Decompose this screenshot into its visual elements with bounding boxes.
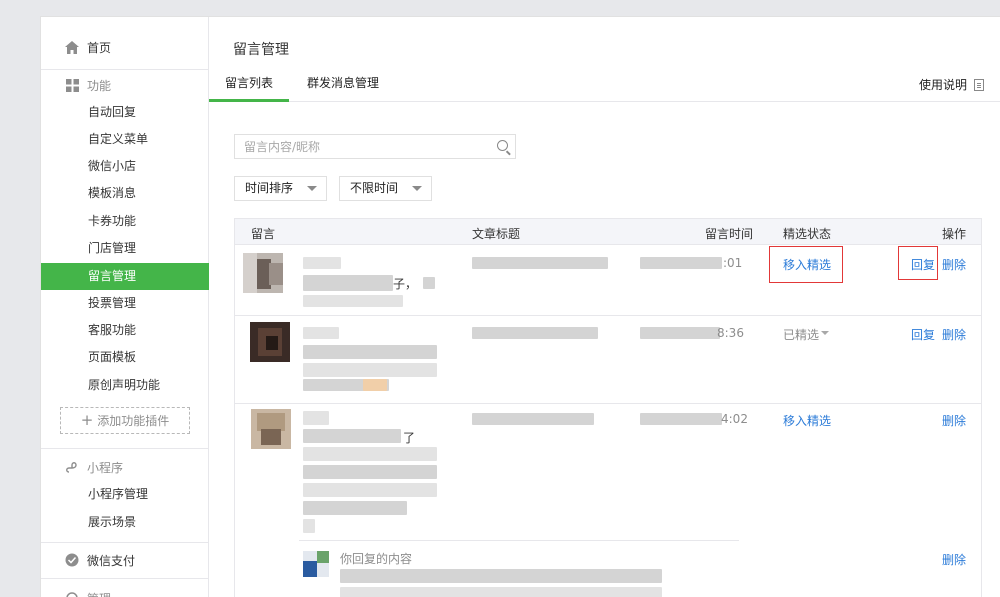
search-input[interactable] [235,135,485,158]
chevron-down-icon [307,186,317,191]
sidebar-group-features: 功能 [41,72,209,98]
tab-message-list[interactable]: 留言列表 [209,71,289,102]
message-time: 8:36 [717,326,744,340]
avatar [243,253,283,293]
delete-button[interactable]: 删除 [942,326,966,343]
sidebar-pay-label: 微信支付 [87,553,136,568]
sidebar-item-page-template[interactable]: 页面模板 [41,344,209,371]
home-icon [65,40,79,54]
col-message: 留言 [251,227,276,241]
sidebar-features-label: 功能 [87,78,112,93]
highlight-box [769,246,843,283]
col-article-title: 文章标题 [472,227,521,241]
sidebar-manage-label: 管理 [87,590,111,597]
sidebar-item-auto-reply[interactable]: 自动回复 [41,99,209,126]
table-header: 留言 文章标题 留言时间 精选状态 操作 [235,219,981,245]
sidebar-divider [41,448,209,449]
add-plugin-label: 添加功能插件 [97,414,170,428]
help-link[interactable]: 使用说明 [919,76,984,93]
sidebar-item-custom-menu[interactable]: 自定义菜单 [41,126,209,153]
message-time: :01 [723,256,743,270]
tab-bar: 留言列表 群发消息管理 使用说明 [209,71,1000,102]
search-icon[interactable] [497,140,508,151]
delete-button[interactable]: 删除 [942,256,966,273]
feature-button[interactable]: 移入精选 [783,412,831,429]
sort-select-value: 时间排序 [245,181,294,195]
sidebar-item-display-scene[interactable]: 展示场景 [41,509,209,536]
time-select-value: 不限时间 [350,181,399,195]
row-divider [235,315,981,316]
time-select[interactable]: 不限时间 [339,176,432,201]
help-label: 使用说明 [918,78,967,92]
featured-status[interactable]: 已精选 [783,326,819,343]
chevron-down-icon[interactable] [821,331,829,335]
message-time: 4:02 [721,412,748,426]
mini-program-icon [65,460,79,474]
reply-label: 你回复的内容 [340,552,413,566]
sidebar-item-coupons[interactable]: 卡券功能 [41,208,209,235]
add-plugin-button[interactable]: + 添加功能插件 [60,407,190,434]
tab-mass-message[interactable]: 群发消息管理 [307,71,379,102]
sidebar-item-wechat-store[interactable]: 微信小店 [41,153,209,180]
search-box [234,134,516,159]
wechat-pay-icon [65,553,79,567]
sidebar-group-manage: 管理 [41,585,209,597]
avatar [303,551,329,577]
admin-frame: 首页 功能 自动回复 自定义菜单 微信小店 模板消息 卡券功能 门店管理 留言管… [40,16,1000,597]
sidebar-group-mini-program: 小程序 [41,454,209,480]
grid-icon [65,78,79,92]
sort-select[interactable]: 时间排序 [234,176,327,201]
message-fragment: 了 [403,431,416,445]
sidebar-home-label: 首页 [87,40,112,55]
sidebar-item-home[interactable]: 首页 [41,34,209,60]
sidebar-item-mini-manage[interactable]: 小程序管理 [41,481,209,508]
delete-reply-button[interactable]: 删除 [942,551,966,568]
document-icon [974,78,984,91]
sidebar-item-message-manage[interactable]: 留言管理 [41,263,209,290]
avatar [251,409,291,449]
sidebar: 首页 功能 自动回复 自定义菜单 微信小店 模板消息 卡券功能 门店管理 留言管… [41,17,209,597]
sidebar-divider [41,578,209,579]
chevron-down-icon [412,186,422,191]
sidebar-item-template-message[interactable]: 模板消息 [41,180,209,207]
message-table: 留言 文章标题 留言时间 精选状态 操作 子， :01 移入精选 回复 删除 8… [234,218,982,597]
sidebar-mini-label: 小程序 [87,460,124,475]
highlight-box [898,246,938,280]
col-message-time: 留言时间 [705,227,754,241]
col-featured-status: 精选状态 [783,227,832,241]
page-title: 留言管理 [233,42,289,58]
avatar [250,322,290,362]
sidebar-item-customer-service[interactable]: 客服功能 [41,317,209,344]
sidebar-item-store-manage[interactable]: 门店管理 [41,235,209,262]
message-fragment: 子， [393,277,418,291]
row-divider [235,403,981,404]
reply-divider [299,540,739,541]
plus-icon: + [80,411,94,429]
sidebar-divider [41,542,209,543]
reply-button[interactable]: 回复 [911,326,935,343]
col-actions: 操作 [942,227,967,241]
sidebar-item-wechat-pay[interactable]: 微信支付 [41,547,209,573]
sidebar-divider [41,69,209,70]
main-panel: 留言管理 留言列表 群发消息管理 使用说明 时间排序 不限时间 留言 文章标题 [209,17,1000,597]
manage-icon [65,591,79,597]
sidebar-item-vote-manage[interactable]: 投票管理 [41,290,209,317]
delete-button[interactable]: 删除 [942,412,966,429]
sidebar-item-original-claim[interactable]: 原创声明功能 [41,372,209,399]
